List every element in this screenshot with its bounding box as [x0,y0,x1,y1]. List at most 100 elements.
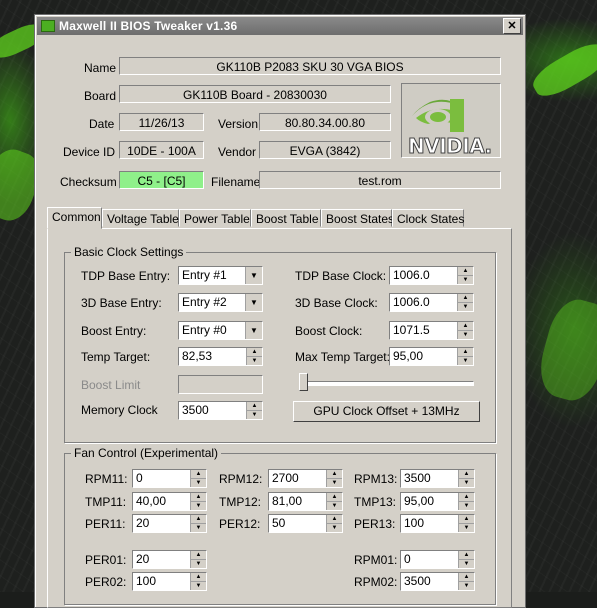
tab-boost-states[interactable]: Boost States [321,209,394,227]
name-field: GK110B P2083 SKU 30 VGA BIOS [119,57,501,75]
spin-up-icon[interactable]: ▲ [459,515,474,524]
rpm12-spinner[interactable]: 2700 ▲ ▼ [268,469,343,488]
tab-clock-states[interactable]: Clock States [392,209,464,227]
date-field: 11/26/13 [119,113,204,131]
tab-boost-table[interactable]: Boost Table [251,209,321,227]
spin-down-icon[interactable]: ▼ [327,479,342,487]
background-streak [527,37,597,103]
title-bar[interactable]: Maxwell II BIOS Tweaker v1.36 ✕ [37,17,523,35]
fan-control-title: Fan Control (Experimental) [71,446,222,460]
clock-offset-slider-track[interactable] [299,381,474,386]
spin-up-icon[interactable]: ▲ [459,470,474,479]
per13-spinner[interactable]: 100 ▲ ▼ [400,514,475,533]
tdp-base-entry-select[interactable]: Entry #1 ▼ [178,266,263,285]
boost-clock-spinner[interactable]: 1071.5 ▲ ▼ [389,321,474,340]
gpu-clock-offset-button[interactable]: GPU Clock Offset + 13MHz [293,401,480,422]
spin-down-icon[interactable]: ▼ [459,479,474,487]
spin-up-icon[interactable]: ▲ [459,493,474,502]
rpm11-spinner[interactable]: 0 ▲ ▼ [132,469,207,488]
3d-base-entry-select[interactable]: Entry #2 ▼ [178,293,263,312]
spin-up-icon[interactable]: ▲ [459,551,474,560]
3d-base-entry-value: Entry #2 [182,295,227,309]
spin-down-icon[interactable]: ▼ [191,560,206,568]
per12-spinner[interactable]: 50 ▲ ▼ [268,514,343,533]
rpm13-spinner[interactable]: 3500 ▲ ▼ [400,469,475,488]
clock-offset-slider-thumb[interactable] [299,373,308,391]
spin-up-icon[interactable]: ▲ [458,267,473,276]
tmp11-spinner[interactable]: 40,00 ▲ ▼ [132,492,207,511]
tmp12-value: 81,00 [272,494,303,508]
spin-up-icon[interactable]: ▲ [458,294,473,303]
memory-clock-spinner[interactable]: 3500 ▲ ▼ [178,401,263,420]
spin-down-icon[interactable]: ▼ [327,524,342,532]
tdp-base-entry-value: Entry #1 [182,268,227,282]
close-button[interactable]: ✕ [503,18,521,34]
temp-target-value: 82,53 [182,349,213,363]
spin-down-icon[interactable]: ▼ [191,479,206,487]
tmp13-label: TMP13: [354,495,397,509]
spin-up-icon[interactable]: ▲ [458,322,473,331]
tab-common[interactable]: Common [47,207,102,229]
board-label: Board [84,89,117,103]
tmp13-spinner[interactable]: 95,00 ▲ ▼ [400,492,475,511]
tmp11-value: 40,00 [136,494,167,508]
spin-up-icon[interactable]: ▲ [327,470,342,479]
rpm02-spinner[interactable]: 3500 ▲ ▼ [400,572,475,591]
spin-up-icon[interactable]: ▲ [327,493,342,502]
spin-down-icon[interactable]: ▼ [459,582,474,590]
spin-down-icon[interactable]: ▼ [191,524,206,532]
boost-entry-value: Entry #0 [182,323,227,337]
window-title: Maxwell II BIOS Tweaker v1.36 [59,19,238,33]
tab-power-table[interactable]: Power Table [179,209,251,227]
dropdown-arrow-icon[interactable]: ▼ [245,322,262,339]
per02-spinner[interactable]: 100 ▲ ▼ [132,572,207,591]
3d-base-entry-label: 3D Base Entry: [81,296,162,310]
dropdown-arrow-icon[interactable]: ▼ [245,294,262,311]
per02-label: PER02: [85,575,127,589]
filename-field: test.rom [259,171,501,189]
rpm11-value: 0 [136,471,143,485]
boost-entry-select[interactable]: Entry #0 ▼ [178,321,263,340]
spin-down-icon[interactable]: ▼ [247,357,262,365]
temp-target-spinner[interactable]: 82,53 ▲ ▼ [178,347,263,366]
per02-value: 100 [136,574,157,588]
spin-up-icon[interactable]: ▲ [191,573,206,582]
tab-voltage-table[interactable]: Voltage Table [102,209,179,227]
spin-down-icon[interactable]: ▼ [458,303,473,311]
spin-down-icon[interactable]: ▼ [459,560,474,568]
spin-up-icon[interactable]: ▲ [459,573,474,582]
max-temp-target-spinner[interactable]: 95,00 ▲ ▼ [389,347,474,366]
spin-up-icon[interactable]: ▲ [191,493,206,502]
spin-up-icon[interactable]: ▲ [247,348,262,357]
per01-label: PER01: [85,553,127,567]
spin-down-icon[interactable]: ▼ [459,502,474,510]
spin-down-icon[interactable]: ▼ [458,331,473,339]
spin-up-icon[interactable]: ▲ [191,470,206,479]
tdp-base-clock-value: 1006.0 [393,268,430,282]
spin-down-icon[interactable]: ▼ [191,502,206,510]
tmp12-spinner[interactable]: 81,00 ▲ ▼ [268,492,343,511]
spin-down-icon[interactable]: ▼ [191,582,206,590]
tdp-base-clock-spinner[interactable]: 1006.0 ▲ ▼ [389,266,474,285]
per01-spinner[interactable]: 20 ▲ ▼ [132,550,207,569]
spin-up-icon[interactable]: ▲ [247,402,262,411]
per12-label: PER12: [219,517,261,531]
spin-down-icon[interactable]: ▼ [327,502,342,510]
rpm02-value: 3500 [404,574,431,588]
tmp11-label: TMP11: [85,495,127,509]
spin-down-icon[interactable]: ▼ [459,524,474,532]
spin-up-icon[interactable]: ▲ [191,515,206,524]
spin-up-icon[interactable]: ▲ [191,551,206,560]
rpm01-label: RPM01: [354,553,398,567]
rpm01-spinner[interactable]: 0 ▲ ▼ [400,550,475,569]
checksum-label: Checksum [60,175,117,189]
spin-down-icon[interactable]: ▼ [247,411,262,419]
3d-base-clock-spinner[interactable]: 1006.0 ▲ ▼ [389,293,474,312]
per11-spinner[interactable]: 20 ▲ ▼ [132,514,207,533]
tmp13-value: 95,00 [404,494,435,508]
spin-down-icon[interactable]: ▼ [458,276,473,284]
spin-up-icon[interactable]: ▲ [327,515,342,524]
dropdown-arrow-icon[interactable]: ▼ [245,267,262,284]
spin-up-icon[interactable]: ▲ [458,348,473,357]
spin-down-icon[interactable]: ▼ [458,357,473,365]
